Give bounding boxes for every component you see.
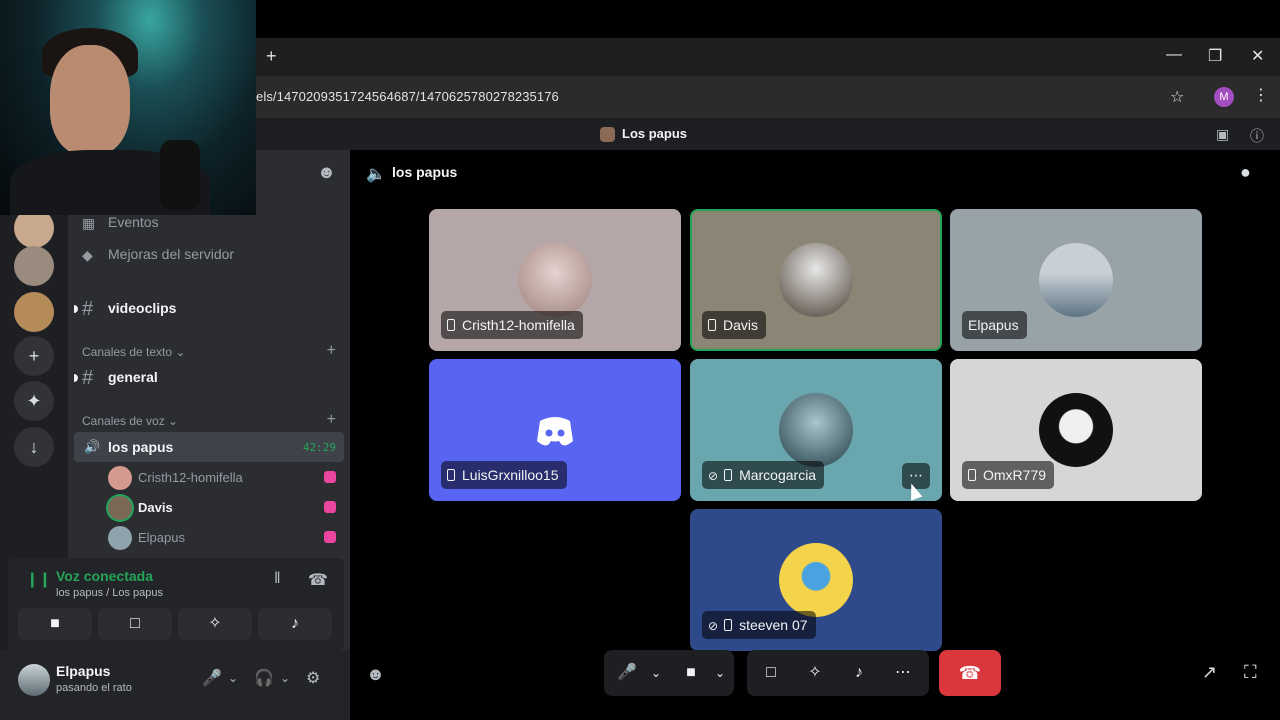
participant-label: OmxR779 [962,461,1055,489]
bookmark-star-icon[interactable]: ☆ [1170,87,1184,107]
camera-button[interactable]: ■ [18,608,92,640]
mobile-icon [968,469,976,481]
close-window-icon[interactable]: ✕ [1251,46,1264,66]
speaker-icon: 🔈 [366,166,386,183]
voice-location[interactable]: los papus / Los papus [56,587,163,599]
participant-label: LuisGrxnilloo15 [441,461,567,489]
app-root: + — ❐ ✕ els/1470209351724564687/14706257… [0,0,1280,720]
chevron-down-icon[interactable]: ⌄ [642,650,670,696]
browser-tabbar: + — ❐ ✕ [256,38,1280,76]
signal-icon: ❙❙ [26,571,52,588]
soundboard-icon[interactable]: ♪ [841,650,877,696]
gear-icon[interactable]: ⚙ [306,668,320,688]
avatar [1039,393,1113,467]
webcam-face [50,45,130,155]
mobile-icon [447,319,455,331]
screenshare-icon[interactable]: □ [753,650,789,696]
window-title: Los papus [622,126,688,141]
headphones-icon[interactable]: 🎧 [254,668,274,688]
address-bar: els/1470209351724564687/1470625780278235… [256,76,1280,118]
avatar[interactable] [18,664,50,696]
chat-icon[interactable]: ● [1240,162,1251,183]
call-area: 🔈 los papus ● Cristh12-homifella Davis E… [350,150,1280,720]
fullscreen-icon[interactable]: ⛶ [1244,662,1257,683]
discord-logo-icon [518,393,592,467]
invite-icon[interactable]: ☻ [366,664,385,685]
user-status: pasando el rato [56,682,132,694]
participant-tile[interactable]: ⊘ Marcogarcia ⋯ [690,359,942,501]
call-actions: □ ✧ ♪ ⋯ [747,650,929,696]
avatar [518,243,592,317]
participant-tile[interactable]: OmxR779 [950,359,1202,501]
user-panel: Elpapus pasando el rato 🎤 ⌄ 🎧 ⌄ ⚙ [0,650,350,720]
call-channel-title: los papus [392,164,458,180]
muted-mic-icon: ⊘ [708,469,719,483]
leave-call-button[interactable]: ☎ [939,650,1001,696]
disconnect-icon[interactable]: ☎ [308,570,328,590]
profile-avatar[interactable]: M [1214,87,1234,107]
avatar [779,543,853,617]
mobile-icon [447,469,455,481]
minimize-icon[interactable]: — [1166,46,1182,64]
participant-tile[interactable]: LuisGrxnilloo15 [429,359,681,501]
voice-connection-panel: ❙❙ Voz conectada los papus / Los papus ‖… [8,558,344,650]
browser-menu-icon[interactable]: ⋮ [1253,85,1269,105]
participant-label: Elpapus [962,311,1027,339]
mobile-icon [724,619,733,631]
participant-label: ⊘ steeven 07 [702,611,816,639]
chevron-down-icon[interactable]: ⌄ [280,671,290,685]
avatar [1039,243,1113,317]
chevron-down-icon[interactable]: ⌄ [228,671,238,685]
camera-off-icon[interactable]: ■ [676,650,706,696]
popout-icon[interactable]: ↗ [1202,662,1217,683]
participant-label: Cristh12-homifella [441,311,583,339]
muted-mic-icon: ⊘ [708,619,719,633]
avatar [779,393,853,467]
screenshare-button[interactable]: □ [98,608,172,640]
participant-label: Davis [702,311,767,339]
avatar [779,243,853,317]
webcam-overlay [0,0,256,215]
voice-status[interactable]: Voz conectada [56,568,153,584]
audio-video-controls: 🎤 ⌄ ■ ⌄ [604,650,734,696]
webcam-mic [160,140,200,210]
new-tab-icon[interactable]: + [266,46,277,67]
soundboard-button[interactable]: ♪ [258,608,332,640]
participant-label: ⊘ Marcogarcia [702,461,825,489]
inbox-icon[interactable]: ▣ [1216,126,1229,143]
participant-tile[interactable]: Davis [690,209,942,351]
help-icon[interactable]: ⓘ [1250,126,1264,146]
url-text[interactable]: els/1470209351724564687/1470625780278235… [256,89,559,104]
sidebar-bottom: ❙❙ Voz conectada los papus / Los papus ‖… [0,150,350,720]
mic-icon[interactable]: 🎤 [612,650,642,696]
restore-icon[interactable]: ❐ [1208,46,1222,66]
mobile-icon [708,319,716,331]
chevron-down-icon[interactable]: ⌄ [706,650,734,696]
more-icon[interactable]: ⋯ [885,650,921,696]
mic-icon[interactable]: 🎤 [202,668,222,688]
activities-icon[interactable]: ✧ [797,650,833,696]
username[interactable]: Elpapus [56,663,110,679]
noise-suppression-icon[interactable]: ‖ [274,570,281,588]
activities-button[interactable]: ✧ [178,608,252,640]
mobile-icon [724,469,733,481]
participant-tile[interactable]: Elpapus [950,209,1202,351]
participant-tile[interactable]: ⊘ steeven 07 [690,509,942,651]
participant-tile[interactable]: Cristh12-homifella [429,209,681,351]
